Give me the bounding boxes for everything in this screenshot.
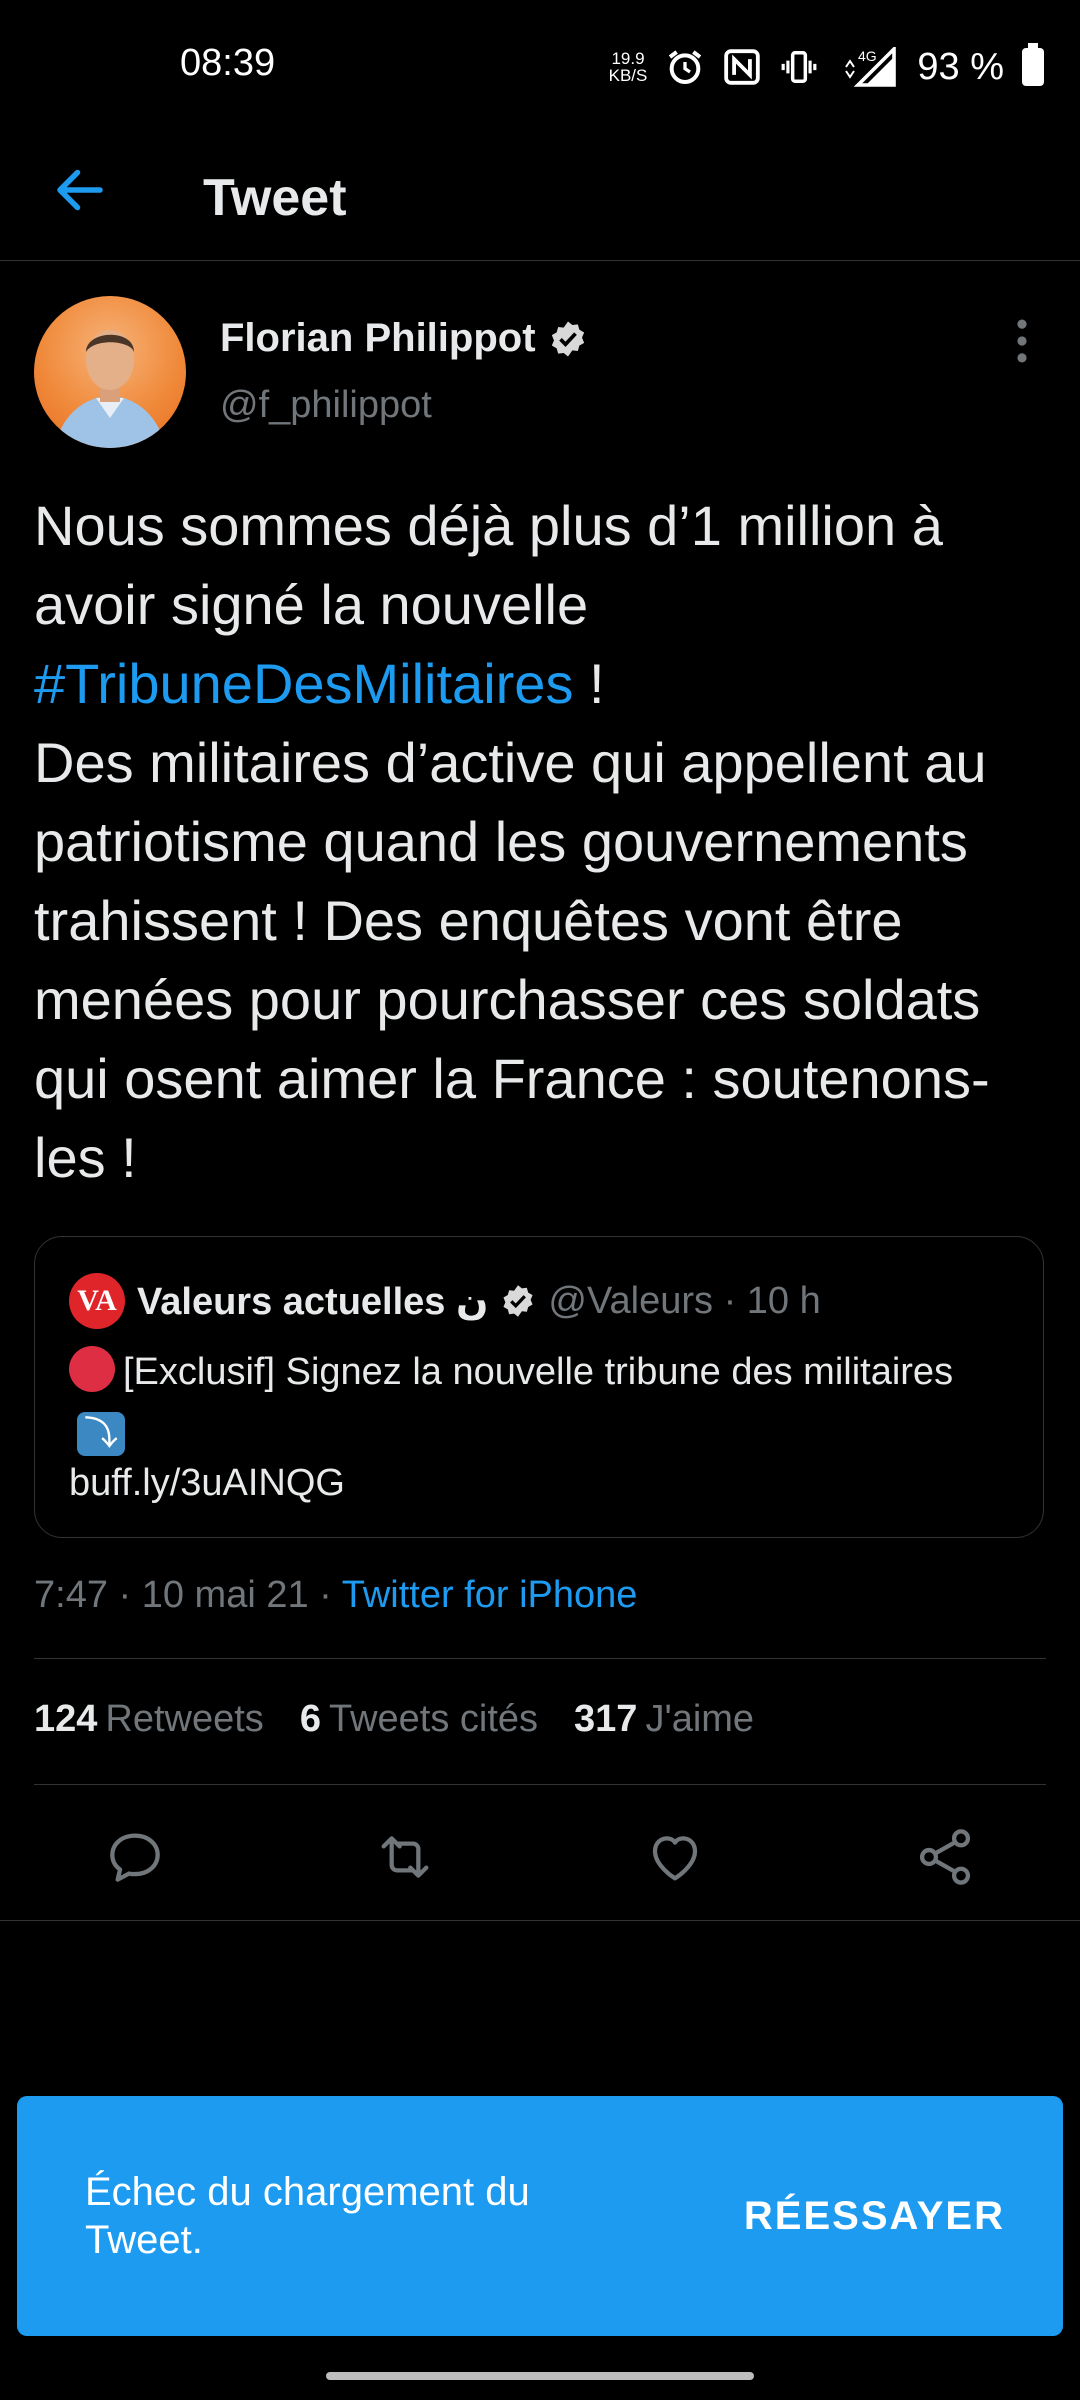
alarm-icon	[669, 50, 702, 84]
quotes-stat[interactable]: 6 Tweets cités	[300, 1698, 538, 1741]
app-header: Tweet	[0, 130, 1080, 261]
tweet-text-body: Des militaires d’active qui appellent au…	[34, 731, 990, 1189]
quoted-link: buff.ly/3uAINQG	[69, 1462, 345, 1504]
retweet-icon[interactable]	[373, 1825, 437, 1889]
quoted-avatar: VA	[69, 1273, 125, 1329]
avatar-portrait	[54, 330, 166, 448]
share-icon[interactable]	[913, 1825, 977, 1889]
battery-icon	[1022, 43, 1044, 86]
tweet-stats: 124 Retweets 6 Tweets cités 317 J'aime	[34, 1698, 754, 1741]
red-circle-emoji-icon	[69, 1346, 115, 1392]
author-name-text[interactable]: Florian Philippot	[220, 316, 536, 361]
divider	[34, 1658, 1046, 1659]
tweet-timestamp: 7:47 · 10 mai 21 · Twitter for iPhone	[34, 1574, 638, 1616]
like-heart-icon[interactable]	[643, 1825, 707, 1889]
divider	[34, 1784, 1046, 1785]
vibrate-icon	[781, 51, 817, 83]
tweet-source-link[interactable]: Twitter for iPhone	[342, 1574, 638, 1616]
hashtag-link[interactable]: #TribuneDesMilitaires	[34, 652, 573, 715]
quoted-tweet-card[interactable]: VA Valeurs actuelles ن @Valeurs · 10 h […	[34, 1236, 1044, 1538]
nfc-icon	[724, 49, 761, 85]
net-speed: 19.9 KB/S	[608, 49, 648, 85]
arrow-down-emoji-icon: ⤵	[77, 1412, 125, 1456]
author-handle[interactable]: @f_philippot	[220, 384, 432, 427]
verified-badge-icon	[551, 321, 584, 356]
quoted-author-name: Valeurs actuelles ن	[137, 1280, 489, 1323]
status-time: 08:39	[180, 42, 276, 84]
quoted-handle-time: @Valeurs · 10 h	[548, 1279, 821, 1322]
battery-percent: 93 %	[917, 45, 1004, 88]
error-message: Échec du chargement du Tweet.	[85, 2170, 530, 2262]
back-arrow-icon[interactable]	[50, 160, 110, 220]
quoted-tweet-header: VA Valeurs actuelles ن @Valeurs · 10 h	[69, 1273, 821, 1329]
error-snackbar: Échec du chargement du Tweet. RÉESSAYER	[17, 2096, 1063, 2336]
signal-icon: 4G	[845, 47, 897, 87]
gesture-home-bar[interactable]	[326, 2372, 754, 2380]
divider	[0, 1920, 1080, 1921]
avatar[interactable]	[34, 296, 186, 448]
retry-button[interactable]: RÉESSAYER	[744, 2194, 1005, 2239]
quoted-tweet-text: [Exclusif] Signez la nouvelle tribune de…	[69, 1345, 1009, 1511]
retweets-stat[interactable]: 124 Retweets	[34, 1698, 264, 1741]
author-name[interactable]: Florian Philippot	[220, 316, 588, 361]
tweet-action-bar	[0, 1795, 1080, 1925]
page-title: Tweet	[203, 169, 347, 227]
reply-icon[interactable]	[103, 1825, 167, 1889]
more-options-icon[interactable]	[1010, 318, 1034, 364]
verified-badge-icon	[503, 1285, 533, 1317]
tweet-text: Nous sommes déjà plus d’1 million à avoi…	[34, 486, 1044, 1197]
likes-stat[interactable]: 317 J'aime	[574, 1698, 754, 1741]
status-bar: 08:39 19.9 KB/S 4G 93 %	[0, 0, 1080, 130]
tweet-text-intro: Nous sommes déjà plus d’1 million à avoi…	[34, 494, 943, 715]
status-icons: 19.9 KB/S 4G 93 %	[609, 42, 1044, 92]
svg-text:4G: 4G	[858, 48, 877, 64]
